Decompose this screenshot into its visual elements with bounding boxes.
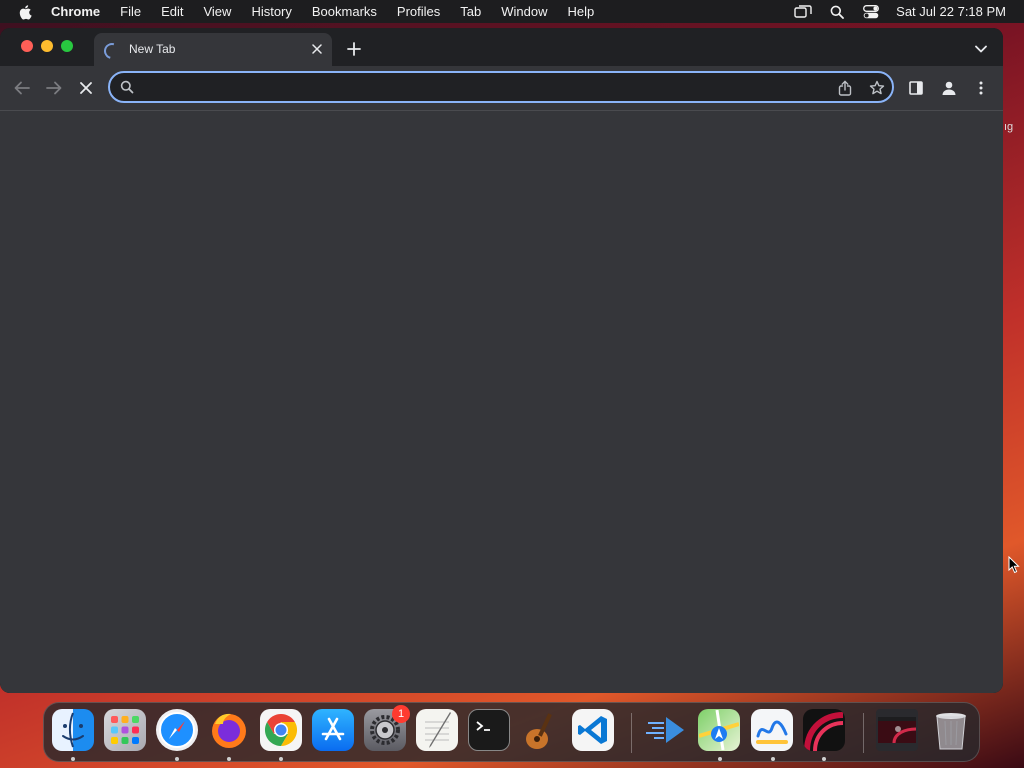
control-center-icon[interactable] xyxy=(862,4,880,20)
finder-icon xyxy=(62,712,84,748)
dock-maps[interactable] xyxy=(698,709,740,751)
dock-chrome[interactable] xyxy=(260,709,302,751)
window-minimize-button[interactable] xyxy=(41,40,53,52)
dock-transloader[interactable] xyxy=(644,709,686,751)
forward-arrow-icon[interactable] xyxy=(43,77,65,99)
freeform-icon xyxy=(756,720,788,744)
bookmark-star-icon[interactable] xyxy=(868,79,886,97)
tab-strip: New Tab xyxy=(0,28,1003,66)
dock-running-dot xyxy=(771,757,775,761)
recording-thumbnail-icon xyxy=(878,717,917,744)
dock-launchpad[interactable] xyxy=(104,709,146,751)
chrome-icon xyxy=(264,713,298,747)
menu-tab[interactable]: Tab xyxy=(460,4,481,19)
dock-running-dot xyxy=(227,757,231,761)
safari-icon xyxy=(159,712,195,748)
chrome-menu-kebab-icon[interactable] xyxy=(970,77,992,99)
dock: 1 xyxy=(43,702,980,762)
dock-terminal[interactable] xyxy=(468,709,510,751)
launchpad-icon xyxy=(111,716,139,744)
profile-avatar-icon[interactable] xyxy=(938,77,960,99)
dock-wallpaper-app[interactable] xyxy=(803,709,845,751)
dock-trash[interactable] xyxy=(930,709,972,751)
mouse-pointer-icon xyxy=(1008,556,1020,574)
tab-search-chevron-icon[interactable] xyxy=(973,41,989,57)
dock-vscode[interactable] xyxy=(572,709,614,751)
tab-close-icon[interactable] xyxy=(310,42,324,56)
desktop-edge-text: ıg xyxy=(1004,121,1014,133)
dock-running-dot xyxy=(279,757,283,761)
new-tab-button[interactable] xyxy=(345,40,363,58)
menu-bookmarks[interactable]: Bookmarks xyxy=(312,4,377,19)
back-arrow-icon[interactable] xyxy=(11,77,33,99)
dock-running-dot xyxy=(71,757,75,761)
dock-running-dot xyxy=(175,757,179,761)
dock-finder[interactable] xyxy=(52,709,94,751)
menu-view[interactable]: View xyxy=(203,4,231,19)
spotlight-search-icon[interactable] xyxy=(828,4,846,20)
menu-window[interactable]: Window xyxy=(501,4,547,19)
firefox-icon xyxy=(212,713,246,748)
settings-notification-badge: 1 xyxy=(392,705,410,723)
browser-toolbar xyxy=(0,66,1003,111)
side-panel-icon[interactable] xyxy=(905,77,927,99)
menu-app-chrome[interactable]: Chrome xyxy=(51,4,100,19)
chrome-window: New Tab xyxy=(0,28,1003,693)
window-zoom-button[interactable] xyxy=(61,40,73,52)
share-icon[interactable] xyxy=(836,79,854,97)
menu-bar: Chrome File Edit View History Bookmarks … xyxy=(0,0,1024,23)
dock-app-store[interactable] xyxy=(312,709,354,751)
menu-profiles[interactable]: Profiles xyxy=(397,4,440,19)
menu-edit[interactable]: Edit xyxy=(161,4,183,19)
terminal-icon xyxy=(476,721,490,731)
dock-running-dot xyxy=(822,757,826,761)
apple-menu-icon[interactable] xyxy=(18,4,34,20)
textedit-icon xyxy=(425,712,451,748)
window-close-button[interactable] xyxy=(21,40,33,52)
menu-clock[interactable]: Sat Jul 22 7:18 PM xyxy=(896,4,1006,19)
omnibox-search-icon xyxy=(120,80,134,94)
dock-separator xyxy=(863,713,864,753)
dock-recent-item[interactable] xyxy=(876,709,918,751)
dock-firefox[interactable] xyxy=(208,709,250,751)
tab-title: New Tab xyxy=(129,42,176,56)
dock-safari[interactable] xyxy=(156,709,198,751)
arrow-app-icon xyxy=(646,717,684,743)
garageband-icon xyxy=(526,713,552,749)
page-content-area[interactable] xyxy=(0,111,1003,693)
dock-textedit[interactable] xyxy=(416,709,458,751)
menu-history[interactable]: History xyxy=(251,4,291,19)
maps-icon xyxy=(699,710,739,750)
dock-separator xyxy=(631,713,632,753)
omnibox-input[interactable] xyxy=(144,77,828,99)
trash-icon xyxy=(936,713,966,750)
wallpaper-app-icon xyxy=(804,712,844,751)
loading-spinner-icon xyxy=(101,40,123,62)
stop-loading-icon[interactable] xyxy=(75,77,97,99)
address-bar[interactable] xyxy=(108,71,894,103)
dock-freeform[interactable] xyxy=(751,709,793,751)
vscode-icon xyxy=(578,716,607,744)
dock-running-dot xyxy=(718,757,722,761)
app-store-icon xyxy=(321,717,345,741)
dock-garageband[interactable] xyxy=(520,709,562,751)
menu-file[interactable]: File xyxy=(120,4,141,19)
tab-new-tab[interactable]: New Tab xyxy=(94,33,332,66)
menu-help[interactable]: Help xyxy=(568,4,595,19)
screen-mirroring-icon[interactable] xyxy=(794,4,812,20)
